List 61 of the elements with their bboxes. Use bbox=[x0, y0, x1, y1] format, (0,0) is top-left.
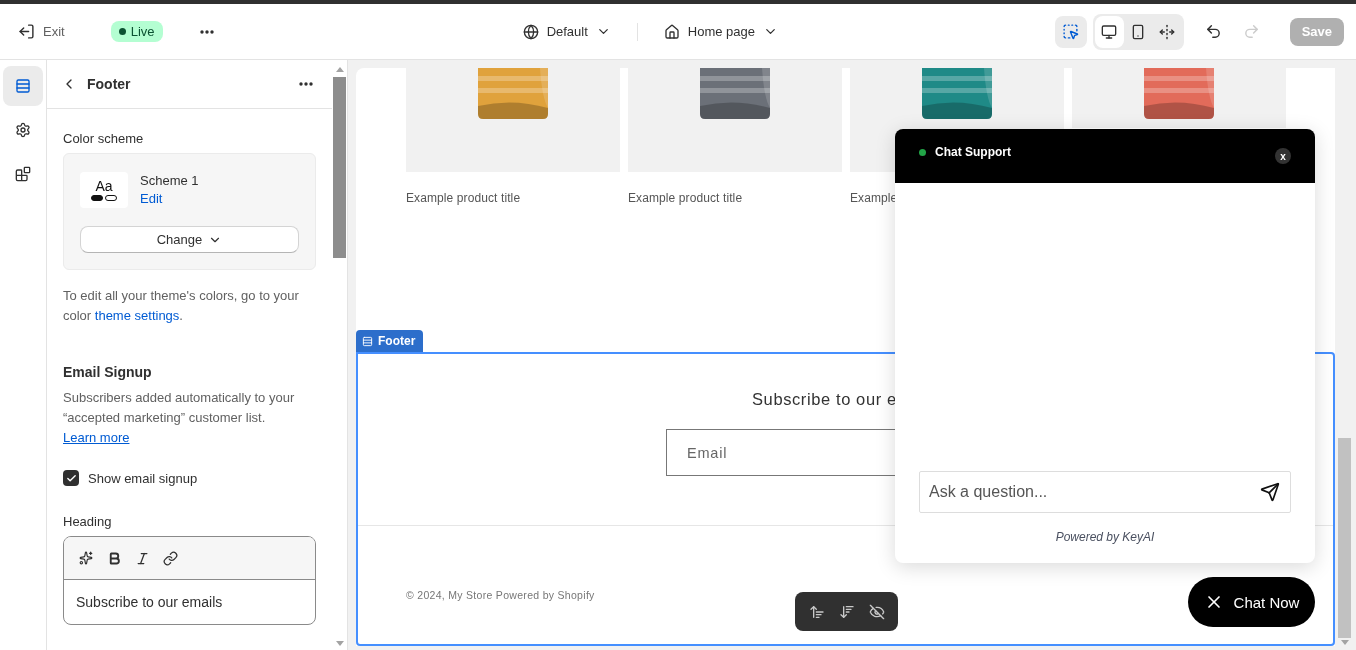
hint-text: To edit all your theme's colors, go to your color theme settings. bbox=[63, 287, 300, 325]
question-field[interactable]: Ask a question... bbox=[919, 471, 1291, 513]
send-icon bbox=[1260, 482, 1280, 502]
field-value: Subscribe to our emails bbox=[75, 593, 224, 612]
move-up-button[interactable] bbox=[808, 603, 825, 620]
redo-icon bbox=[1243, 23, 1261, 40]
hide-button[interactable] bbox=[868, 603, 885, 620]
sparkle-icon bbox=[79, 551, 93, 565]
button-pills-icon bbox=[91, 195, 117, 201]
product-title[interactable]: Example bbox=[850, 191, 898, 205]
email-field[interactable]: Email bbox=[666, 429, 895, 476]
learn-more-link[interactable]: Learn more bbox=[63, 430, 130, 445]
page-selector[interactable]: Home page bbox=[657, 19, 785, 44]
desktop-view-button[interactable] bbox=[1094, 15, 1124, 48]
product-title[interactable]: Example product title bbox=[406, 191, 521, 205]
close-button[interactable]: x bbox=[1275, 148, 1291, 164]
globe-icon bbox=[522, 23, 539, 40]
check-icon bbox=[65, 472, 77, 484]
rich-text-field[interactable]: Subscribe to our emails bbox=[63, 536, 316, 625]
eye-off-icon bbox=[868, 603, 885, 620]
link-icon bbox=[162, 550, 178, 566]
theme-selector[interactable]: Default bbox=[516, 19, 617, 44]
description-text: Subscribers added automatically to your “accepted marketing” customer list. Learn more bbox=[63, 389, 296, 447]
swatch-text: Aa bbox=[95, 179, 113, 194]
chat-title: Chat Support bbox=[935, 145, 1012, 159]
move-up-icon bbox=[808, 603, 825, 620]
product-title[interactable]: Example product title bbox=[628, 191, 743, 205]
edit-link[interactable]: Edit bbox=[140, 191, 199, 206]
move-down-button[interactable] bbox=[838, 603, 855, 620]
section-icon bbox=[362, 335, 373, 347]
settings-icon bbox=[15, 122, 31, 138]
inspector-button[interactable] bbox=[1054, 15, 1087, 48]
monitor-icon bbox=[1101, 23, 1118, 40]
italic-icon bbox=[134, 550, 150, 566]
home-icon bbox=[663, 23, 680, 40]
section-title: Email Signup bbox=[63, 364, 153, 380]
section-tag[interactable]: Footer bbox=[356, 330, 424, 352]
powered-by-text: Powered by KeyAI bbox=[1055, 530, 1155, 544]
chat-now-button[interactable]: Chat Now bbox=[1188, 577, 1315, 627]
exit-button[interactable]: Exit bbox=[12, 19, 71, 44]
link-button[interactable] bbox=[160, 548, 180, 568]
sections-tab[interactable] bbox=[3, 66, 43, 106]
undo-icon bbox=[1205, 23, 1223, 40]
more-icon bbox=[199, 29, 214, 34]
apps-icon bbox=[15, 166, 31, 182]
expand-horizontal-icon bbox=[1159, 23, 1176, 40]
sections-icon bbox=[15, 78, 31, 94]
copyright-text: © 2024, My Store Powered by Shopify bbox=[406, 589, 595, 601]
exit-icon bbox=[18, 23, 35, 40]
field-label: Color scheme bbox=[63, 131, 145, 146]
field-label: Heading bbox=[63, 514, 113, 529]
pointer-select-icon bbox=[1062, 23, 1080, 40]
change-button[interactable]: Change bbox=[80, 226, 299, 253]
checkbox[interactable] bbox=[63, 470, 79, 486]
panel-title: Footer bbox=[87, 76, 132, 92]
move-down-icon bbox=[838, 603, 855, 620]
scheme-name: Scheme 1 bbox=[140, 173, 199, 188]
status-badge: Live bbox=[110, 21, 163, 42]
checkbox-label: Show email signup bbox=[88, 470, 198, 486]
more-icon bbox=[299, 82, 313, 86]
footer-heading: Subscribe to our e bbox=[752, 390, 897, 409]
